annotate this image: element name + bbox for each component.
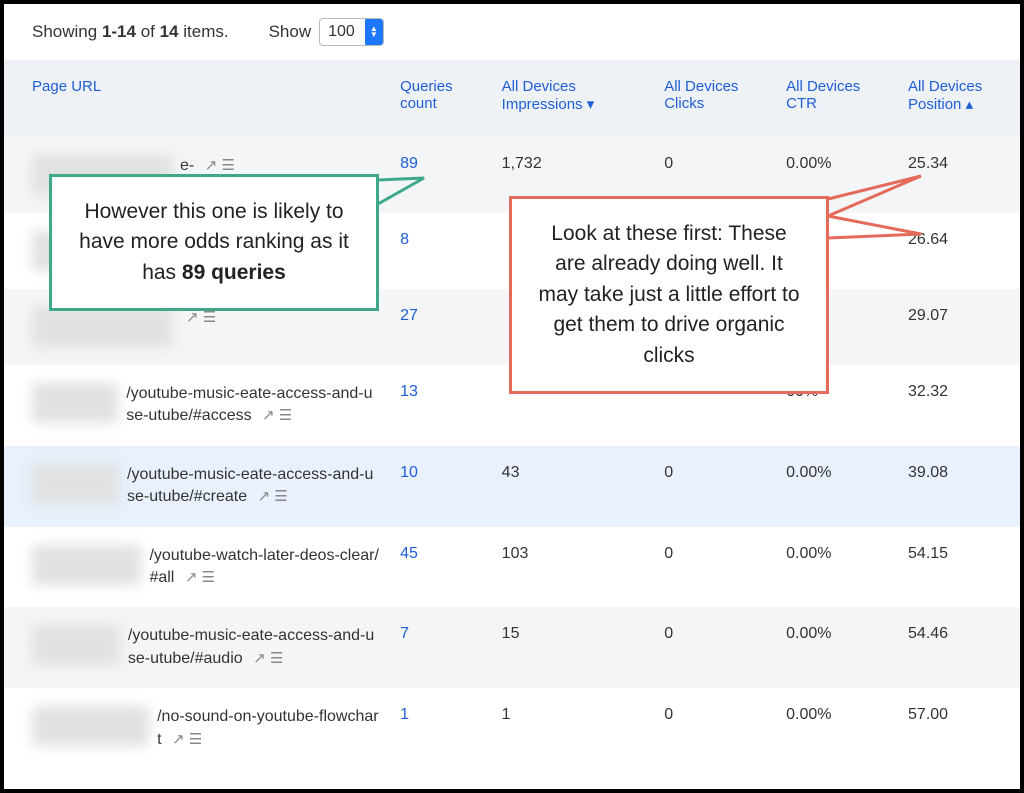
cell-queries: 13 [390, 365, 492, 446]
col-page-url[interactable]: Page URL [4, 60, 390, 137]
col-ctr[interactable]: All Devices CTR [776, 60, 898, 137]
cell-position: 54.46 [898, 607, 1020, 688]
cell-ctr: 0.00% [776, 446, 898, 527]
cell-clicks: 0 [654, 527, 776, 608]
select-stepper-icon: ▲▼ [365, 19, 383, 45]
url-action-icons[interactable]: ↗︎ ☰ [186, 309, 216, 326]
cell-position: 57.00 [898, 688, 1020, 769]
redacted-domain [32, 464, 119, 504]
url-fragment: /youtube-music-eate-access-and-use-utube… [127, 464, 380, 509]
callout-red-text: Look at these first: These are already d… [538, 222, 799, 367]
table-row[interactable]: /no-sound-on-youtube-flowchart ↗︎ ☰1100.… [4, 688, 1020, 769]
url-action-icons[interactable]: ↗︎ ☰ [185, 569, 215, 586]
cell-impressions: 103 [492, 527, 655, 608]
url-action-icons[interactable]: ↗︎ ☰ [258, 488, 288, 505]
cell-ctr: 0.00% [776, 688, 898, 769]
cell-position: 39.08 [898, 446, 1020, 527]
cell-clicks: 0 [654, 688, 776, 769]
url-action-icons[interactable]: ↗︎ ☰ [205, 157, 235, 174]
cell-ctr: 0.00% [776, 527, 898, 608]
callout-green-bold: 89 queries [182, 261, 286, 284]
showing-prefix: Showing [32, 22, 102, 41]
url-action-icons[interactable]: ↗︎ ☰ [253, 650, 283, 667]
cell-page-url: /youtube-music-eate-access-and-use-utube… [4, 607, 390, 688]
cell-page-url: /no-sound-on-youtube-flowchart ↗︎ ☰ [4, 688, 390, 769]
table-row[interactable]: /youtube-music-eate-access-and-use-utube… [4, 446, 1020, 527]
url-fragment: /youtube-watch-later-deos-clear/#all ↗︎ … [149, 545, 380, 590]
table-row[interactable]: /youtube-music-eate-access-and-use-utube… [4, 607, 1020, 688]
of-word: of [136, 22, 160, 41]
callout-red-pointer [826, 166, 946, 246]
redacted-domain [32, 545, 141, 585]
redacted-domain [32, 383, 118, 423]
cell-position: 32.32 [898, 365, 1020, 446]
redacted-domain [32, 625, 120, 665]
cell-position: 54.15 [898, 527, 1020, 608]
cell-ctr: 0.00% [776, 607, 898, 688]
url-action-icons[interactable]: ↗︎ ☰ [172, 731, 202, 748]
cell-queries: 45 [390, 527, 492, 608]
table-header-row: Page URL Queries count All Devices Impre… [4, 60, 1020, 137]
cell-page-url: /youtube-music-eate-access-and-use-utube… [4, 365, 390, 446]
sort-desc-icon: ▾ [587, 96, 595, 113]
col-queries-count[interactable]: Queries count [390, 60, 492, 137]
per-page-value: 100 [320, 20, 365, 44]
showing-count: Showing 1-14 of 14 items. [32, 22, 229, 42]
showing-total: 14 [160, 22, 179, 41]
showing-range: 1-14 [102, 22, 136, 41]
cell-page-url: /youtube-watch-later-deos-clear/#all ↗︎ … [4, 527, 390, 608]
redacted-domain [32, 307, 172, 347]
cell-queries: 7 [390, 607, 492, 688]
url-action-icons[interactable]: ↗︎ ☰ [262, 407, 292, 424]
results-summary-bar: Showing 1-14 of 14 items. Show 100 ▲▼ [4, 4, 1020, 60]
cell-clicks: 0 [654, 446, 776, 527]
cell-impressions: 15 [492, 607, 655, 688]
callout-red: Look at these first: These are already d… [509, 196, 829, 394]
url-fragment: /youtube-music-eate-access-and-use-utube… [126, 383, 380, 428]
items-word: items. [179, 22, 229, 41]
sort-asc-icon: ▴ [966, 96, 974, 113]
per-page-select[interactable]: 100 ▲▼ [319, 18, 384, 46]
redacted-domain [32, 706, 149, 746]
cell-impressions: 43 [492, 446, 655, 527]
cell-queries: 1 [390, 688, 492, 769]
cell-queries: 27 [390, 289, 492, 365]
cell-position: 29.07 [898, 289, 1020, 365]
table-row[interactable]: /youtube-watch-later-deos-clear/#all ↗︎ … [4, 527, 1020, 608]
show-label: Show [269, 22, 312, 42]
cell-clicks: 0 [654, 607, 776, 688]
col-position[interactable]: All Devices Position ▴ [898, 60, 1020, 137]
callout-green: However this one is likely to have more … [49, 174, 379, 311]
cell-impressions: 1 [492, 688, 655, 769]
cell-queries: 10 [390, 446, 492, 527]
per-page-control: Show 100 ▲▼ [269, 18, 384, 46]
url-fragment: /youtube-music-eate-access-and-use-utube… [128, 625, 380, 670]
col-impressions[interactable]: All Devices Impressions ▾ [492, 60, 655, 137]
cell-page-url: /youtube-music-eate-access-and-use-utube… [4, 446, 390, 527]
col-clicks[interactable]: All Devices Clicks [654, 60, 776, 137]
url-fragment: /no-sound-on-youtube-flowchart ↗︎ ☰ [157, 706, 380, 751]
callout-green-pointer [376, 164, 446, 214]
cell-queries: 8 [390, 213, 492, 289]
